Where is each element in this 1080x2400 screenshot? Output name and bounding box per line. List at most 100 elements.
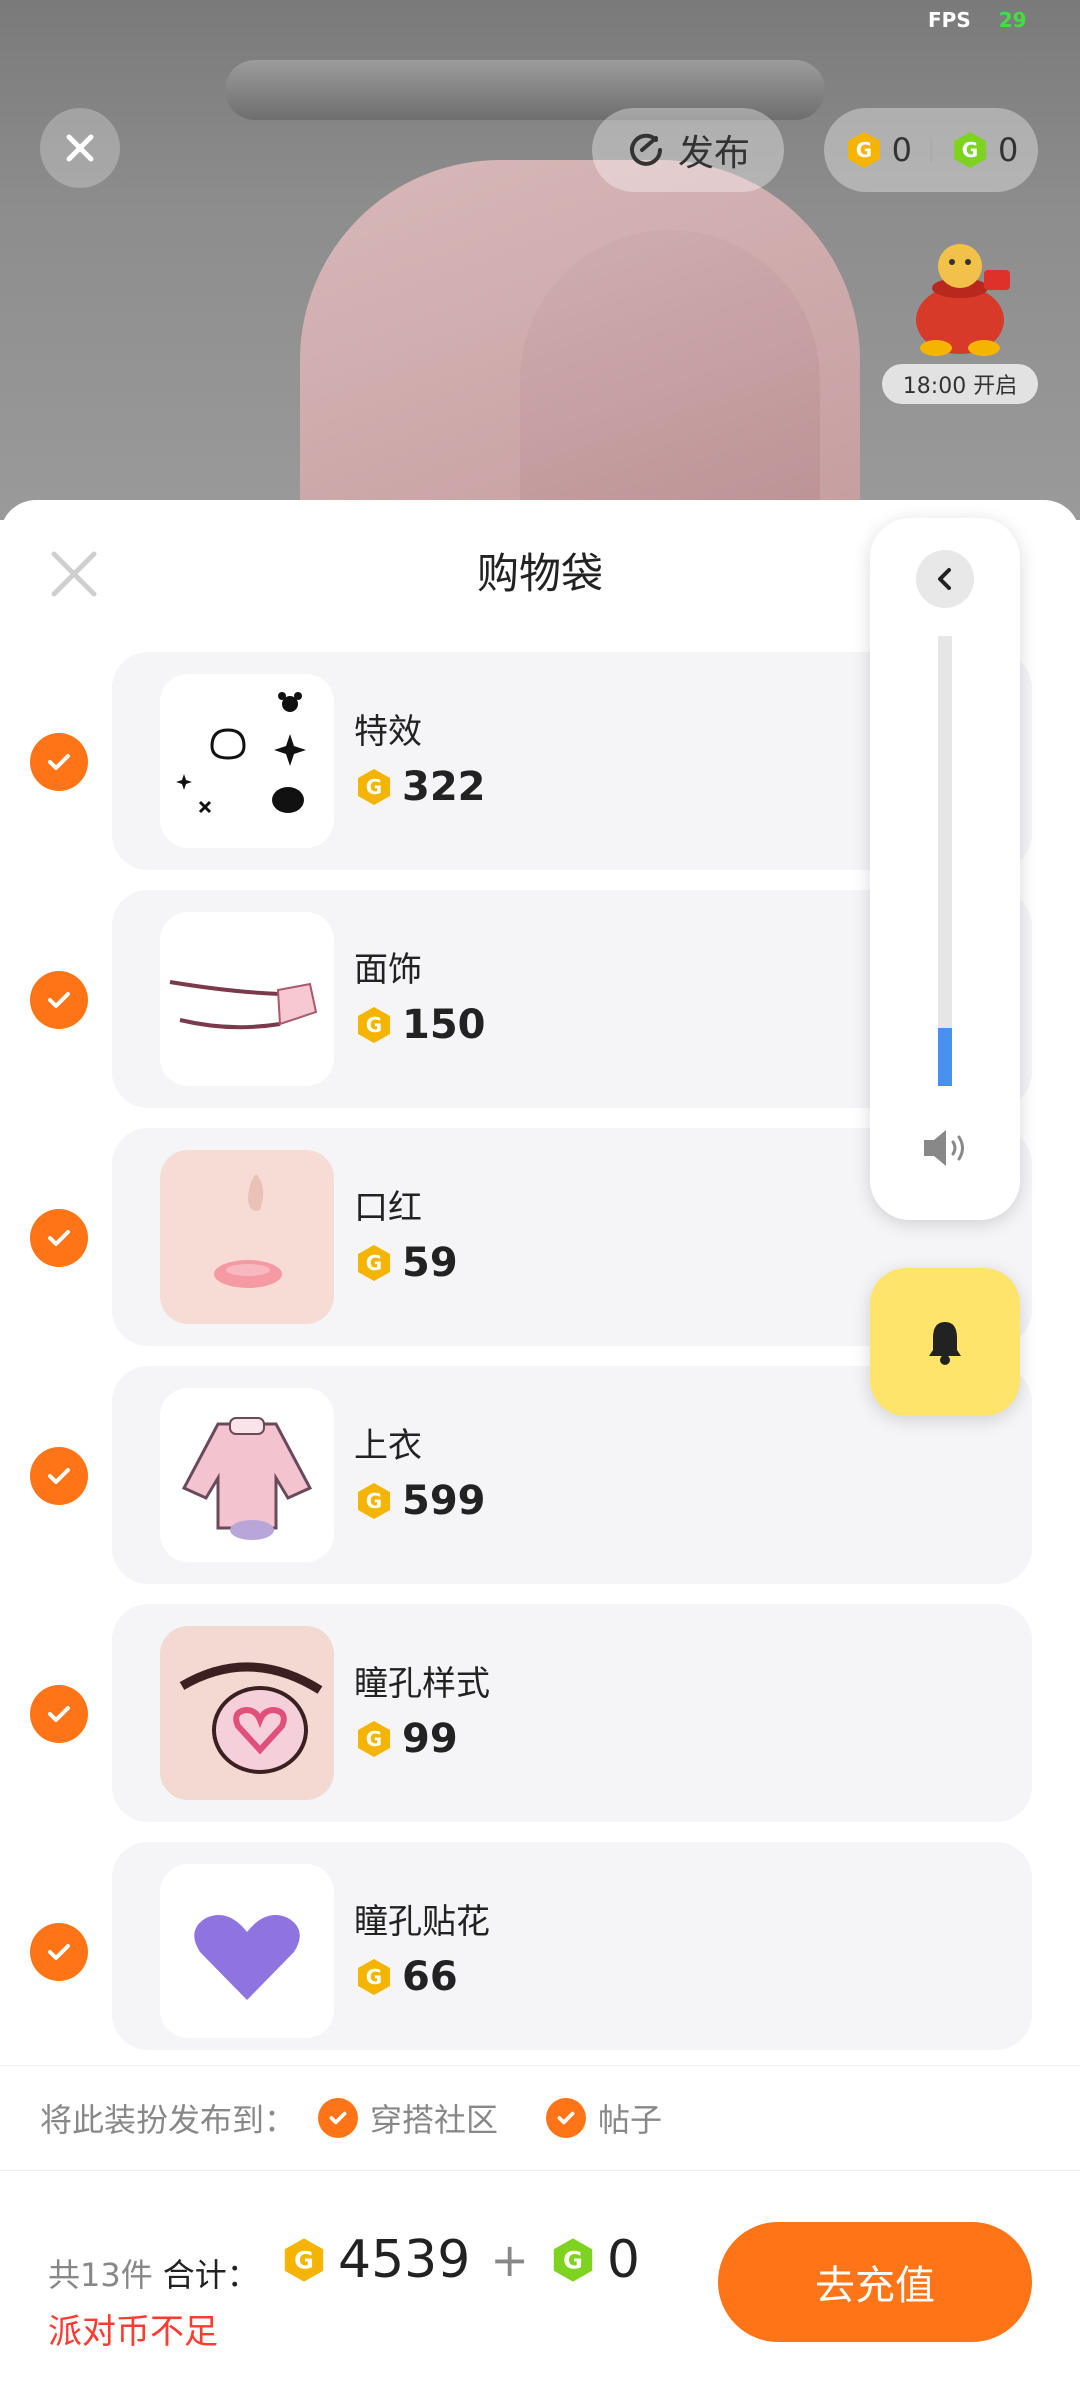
item-thumbnail-top [160, 1388, 334, 1562]
fps-label: FPS [928, 8, 971, 32]
pupil-style-thumbnail-art [179, 1662, 323, 1774]
item-price: G 99 [354, 1716, 458, 1762]
item-checkbox[interactable] [30, 1209, 88, 1267]
item-price: G 66 [354, 1954, 458, 2000]
item-name: 面饰 [354, 950, 422, 990]
fps-counter: FPS 29 [928, 8, 1027, 32]
publish-option-label: 穿搭社区 [370, 2101, 499, 2139]
checkout-footer: 共13件 合计： G 4539 + G 0 派对币不足 去充值 [0, 2200, 1080, 2400]
item-count: 共13件 合计： [48, 2250, 259, 2296]
checkmark-icon [546, 2098, 587, 2138]
cart-item[interactable]: 瞳孔贴花 G 66 [112, 1842, 1032, 2050]
item-checkbox[interactable] [30, 733, 88, 791]
publish-label: 发布 [677, 133, 750, 174]
item-price-value: 59 [402, 1240, 458, 1286]
gold-coin-icon: G [358, 1959, 390, 1995]
green-coin-icon: G [954, 132, 986, 168]
item-thumbnail-effects [160, 674, 334, 848]
item-thumbnail-lipstick [160, 1150, 334, 1324]
checkmark-icon [48, 754, 70, 770]
item-name: 瞳孔贴花 [354, 1902, 490, 1942]
checkmark-icon [48, 1944, 70, 1960]
svg-text:G: G [366, 775, 382, 799]
checkmark-icon [48, 992, 70, 1008]
publish-destination-row: 将此装扮发布到： 穿搭社区 帖子 [0, 2065, 1080, 2171]
item-name: 瞳孔样式 [354, 1664, 490, 1704]
gold-coin-icon: G [358, 1721, 390, 1757]
green-coin-icon: G [553, 2238, 593, 2282]
publish-icon [630, 133, 662, 166]
chevron-left-icon [938, 568, 951, 590]
close-icon [66, 134, 94, 162]
collapse-panel-button[interactable] [916, 550, 974, 608]
publish-to-label: 将此装扮发布到： [40, 2101, 297, 2139]
green-balance: 0 [998, 131, 1019, 169]
item-name: 口红 [354, 1188, 422, 1228]
speaker-icon[interactable] [920, 1124, 972, 1172]
lucky-bag-event-icon[interactable] [900, 230, 1020, 360]
item-price: G 599 [354, 1478, 486, 1524]
item-price-value: 99 [402, 1716, 458, 1762]
item-price-value: 322 [402, 764, 486, 810]
lipstick-thumbnail-art [214, 1174, 282, 1288]
volume-slider[interactable] [938, 636, 952, 1086]
gold-coin-icon: G [358, 769, 390, 805]
item-checkbox[interactable] [30, 1447, 88, 1505]
publish-option-label: 帖子 [598, 2101, 663, 2139]
item-checkbox[interactable] [30, 1923, 88, 1981]
item-price: G 150 [354, 1002, 486, 1048]
close-scene-button[interactable] [40, 108, 120, 188]
item-count-label: 共13件 [48, 2256, 153, 2294]
recharge-button[interactable]: 去充值 [718, 2222, 1032, 2342]
gold-coin-icon: G [358, 1483, 390, 1519]
item-checkbox[interactable] [30, 1685, 88, 1743]
svg-text:G: G [294, 2246, 314, 2274]
publish-button[interactable]: 发布 [592, 108, 784, 192]
publish-option-community[interactable]: 穿搭社区 [318, 2095, 498, 2141]
top-thumbnail-art [181, 1417, 313, 1540]
item-price: G 322 [354, 764, 486, 810]
checkmark-icon [48, 1468, 70, 1484]
svg-text:G: G [366, 1251, 382, 1275]
publish-option-post[interactable]: 帖子 [546, 2095, 662, 2141]
svg-text:G: G [563, 2246, 583, 2274]
notification-button[interactable] [870, 1268, 1020, 1416]
item-price: G 59 [354, 1240, 458, 1286]
total-label: 合计： [162, 2256, 259, 2294]
face-accessory-thumbnail-art [169, 980, 318, 1030]
event-countdown: 18:00 开启 [882, 364, 1038, 404]
avatar-model-part [520, 230, 820, 520]
gold-coin-icon: G [358, 1007, 390, 1043]
fps-value: 29 [998, 8, 1027, 32]
checkmark-icon [48, 1706, 70, 1722]
plus-sign: + [490, 2233, 529, 2287]
effects-thumbnail-art [176, 692, 306, 814]
volume-panel [870, 518, 1020, 1220]
checkmark-icon [48, 1230, 70, 1246]
svg-text:G: G [962, 138, 978, 162]
bell-icon [929, 1322, 961, 1365]
avatar-preview-scene[interactable]: FPS 29 发布 G 0 G 0 18:00 开启 [0, 0, 1080, 520]
svg-text:G: G [366, 1965, 382, 1989]
item-price-value: 150 [402, 1002, 486, 1048]
svg-text:G: G [366, 1013, 382, 1037]
item-price-value: 66 [402, 1954, 458, 2000]
item-thumbnail-pupil-decal [160, 1864, 334, 2038]
item-price-value: 599 [402, 1478, 486, 1524]
currency-balance[interactable]: G 0 G 0 [824, 108, 1038, 192]
balance-divider [930, 138, 932, 162]
total-green-value: 0 [606, 2230, 640, 2290]
gold-balance: 0 [891, 131, 912, 169]
item-checkbox[interactable] [30, 971, 88, 1029]
item-thumbnail-pupil-style [160, 1626, 334, 1800]
svg-text:G: G [855, 138, 871, 162]
insufficient-funds-warning: 派对币不足 [48, 2312, 218, 2352]
pupil-decal-thumbnail-art [194, 1915, 300, 2000]
gold-coin-icon: G [358, 1245, 390, 1281]
cart-item[interactable]: 瞳孔样式 G 99 [112, 1604, 1032, 1822]
total-amount: G 4539 + G 0 [280, 2230, 640, 2290]
total-gold-value: 4539 [338, 2230, 471, 2290]
gold-coin-icon: G [847, 132, 880, 168]
item-name: 特效 [354, 712, 422, 752]
volume-level-fill [938, 1027, 952, 1086]
